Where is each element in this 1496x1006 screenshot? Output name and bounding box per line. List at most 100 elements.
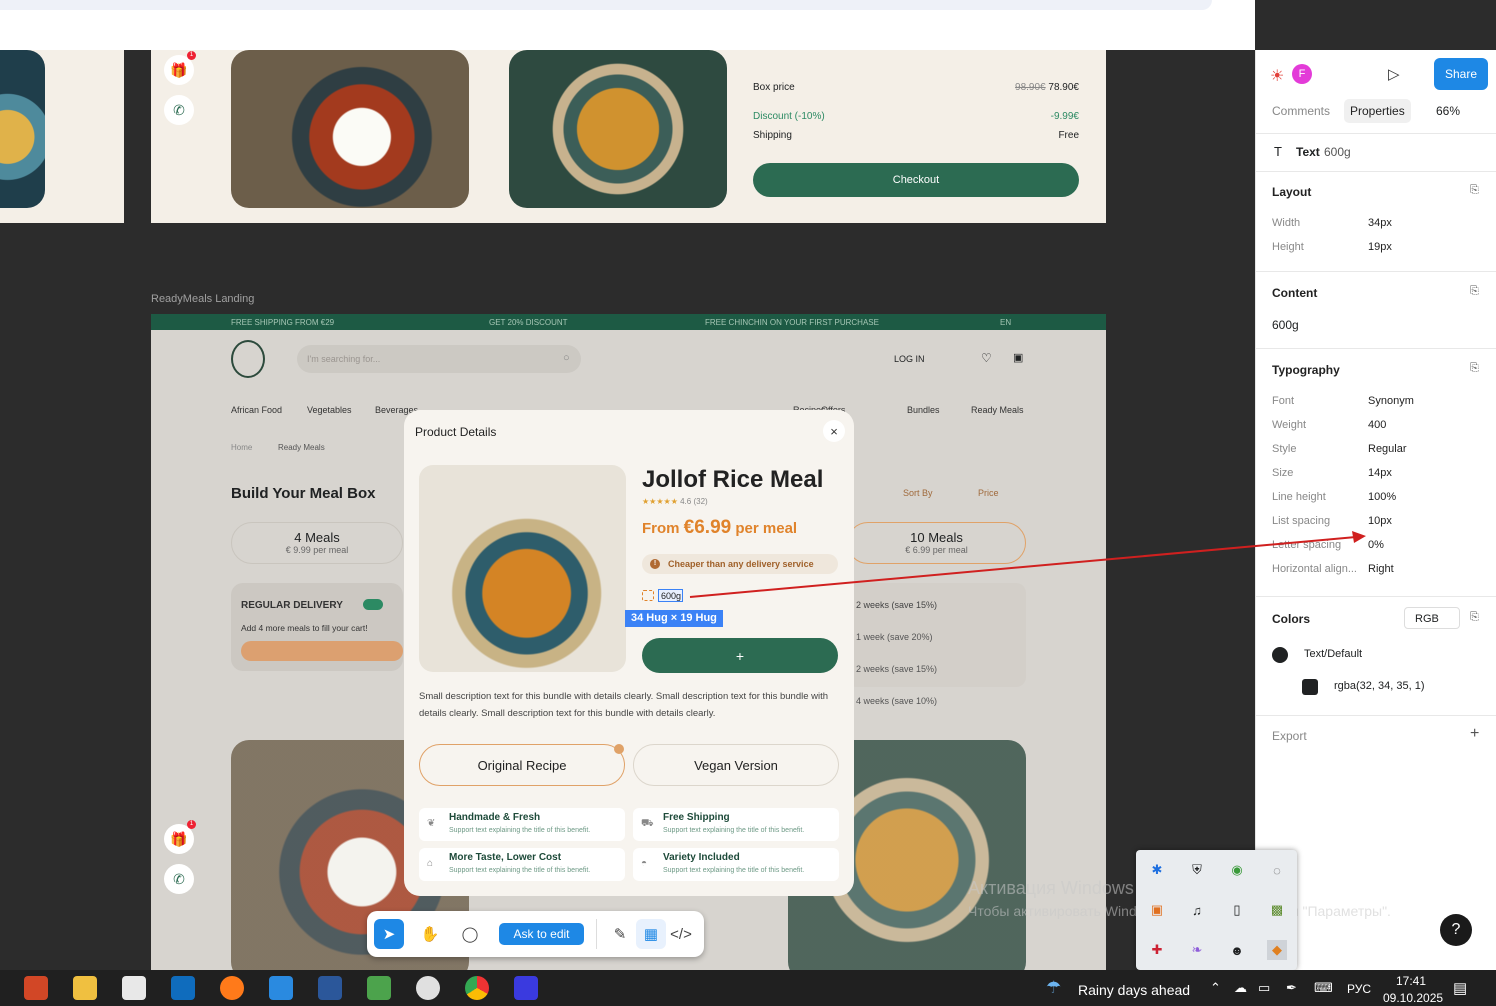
price-value: €6.99	[683, 517, 732, 538]
chrome-icon[interactable]	[465, 976, 489, 1000]
meal-option-4[interactable]: 4 Meals € 9.99 per meal	[231, 522, 403, 564]
delivery-toggle[interactable]	[363, 599, 383, 610]
close-icon[interactable]: ×	[823, 420, 845, 442]
nav-item[interactable]: Bundles	[907, 405, 940, 415]
firefox-icon[interactable]	[220, 976, 244, 1000]
address-bar[interactable]	[0, 0, 1212, 10]
tab-properties[interactable]: Properties	[1344, 99, 1411, 123]
prop-value: 400	[1368, 419, 1387, 431]
copy-icon[interactable]: ⎘	[1470, 285, 1479, 298]
move-tool-icon[interactable]: ➤	[374, 919, 404, 949]
sun-icon: ☀	[1270, 68, 1285, 85]
box-price-new: 78.90€	[1048, 82, 1079, 93]
whatsapp-icon[interactable]: ✆	[164, 864, 194, 894]
checkout-button[interactable]: Checkout	[753, 163, 1079, 197]
benefit-sub: Support text explaining the title of thi…	[663, 827, 805, 834]
file-explorer-icon[interactable]	[73, 976, 97, 1000]
frequency-option[interactable]: 1 week (save 20%)	[856, 632, 933, 642]
frequency-option[interactable]: 2 weeks (save 15%)	[856, 664, 937, 674]
cloud-icon[interactable]: ☁	[1234, 980, 1247, 996]
copy-icon[interactable]: ⎘	[1470, 362, 1479, 375]
discount-label: Discount (-10%)	[753, 111, 825, 122]
prop-value: Synonym	[1368, 395, 1414, 407]
divider	[1256, 171, 1496, 172]
promo-bar: FREE SHIPPING FROM €29 GET 20% DISCOUNT …	[151, 314, 1106, 330]
weather-text[interactable]: Rainy days ahead	[1078, 982, 1190, 998]
intellij-icon[interactable]	[514, 976, 538, 1000]
nav-item[interactable]: African Food	[231, 405, 282, 415]
divider	[1256, 348, 1496, 349]
breadcrumb-current: Ready Meals	[278, 443, 325, 452]
app-icon[interactable]: ▣	[1147, 900, 1167, 920]
chevron-up-icon[interactable]: ⌃	[1210, 980, 1221, 996]
utorrent-icon[interactable]	[367, 976, 391, 1000]
nvidia-icon[interactable]: ▩	[1267, 900, 1287, 920]
gift-icon[interactable]: 🎁 1	[164, 51, 196, 85]
feather-icon[interactable]: ❧	[1187, 940, 1207, 960]
clock-date[interactable]: 09.10.2025	[1383, 991, 1443, 1005]
app-icon-hovered[interactable]: ◆	[1267, 940, 1287, 960]
store-icon[interactable]	[122, 976, 146, 1000]
pen-icon[interactable]: ✒	[1286, 980, 1297, 996]
weather-icon[interactable]: ☂	[1046, 978, 1061, 998]
nav-item[interactable]: Vegetables	[307, 405, 352, 415]
help-button[interactable]: ?	[1440, 914, 1472, 946]
cart-icon[interactable]: ▣	[1013, 351, 1023, 364]
share-button[interactable]: Share	[1434, 58, 1488, 90]
slack-icon[interactable]	[416, 976, 440, 1000]
outlook-icon[interactable]	[171, 976, 195, 1000]
language-indicator[interactable]: РУС	[1347, 982, 1371, 996]
ask-to-edit-button[interactable]: Ask to edit	[499, 923, 584, 945]
login-link[interactable]: LOG IN	[894, 354, 925, 364]
page-title: Build Your Meal Box	[231, 485, 376, 502]
color-mode-select[interactable]: RGB	[1404, 607, 1460, 629]
zoom-level[interactable]: 66%	[1436, 104, 1460, 118]
keyboard-icon[interactable]: ⌨	[1314, 980, 1333, 996]
breadcrumb-home[interactable]: Home	[231, 443, 252, 452]
hand-tool-icon[interactable]: ✋	[415, 919, 445, 949]
benefit-card: ❦ Handmade & Fresh Support text explaining…	[419, 808, 625, 841]
heart-icon[interactable]: ♡	[981, 351, 992, 365]
frequency-option[interactable]: 4 weeks (save 10%)	[856, 696, 937, 706]
add-export-icon[interactable]: +	[1470, 725, 1479, 743]
tab-comments[interactable]: Comments	[1272, 104, 1330, 118]
whatsapp-icon[interactable]: ✆	[164, 95, 194, 125]
word-icon[interactable]	[318, 976, 342, 1000]
inspect-tool-icon[interactable]: ▦	[636, 919, 666, 949]
app-icon[interactable]	[269, 976, 293, 1000]
volume-icon[interactable]: ♫	[1187, 900, 1207, 920]
avatar[interactable]: F	[1292, 64, 1312, 84]
price-dropdown[interactable]: Price	[978, 488, 999, 498]
comment-tool-icon[interactable]: ◯	[455, 919, 485, 949]
language-selector[interactable]: EN	[1000, 318, 1011, 327]
bluetooth-icon[interactable]: ✱	[1147, 860, 1167, 880]
clock-time[interactable]: 17:41	[1396, 974, 1426, 988]
shield-icon[interactable]: ⛨	[1187, 860, 1207, 880]
draw-tool-icon[interactable]: ✎	[605, 919, 635, 949]
powerpoint-icon[interactable]	[24, 976, 48, 1000]
notifications-icon[interactable]: ▤	[1453, 979, 1467, 997]
gift-icon[interactable]: 🎁 1	[164, 820, 196, 854]
discord-icon[interactable]: ☻	[1227, 940, 1247, 960]
frame-label[interactable]: ReadyMeals Landing	[151, 293, 254, 305]
search-icon[interactable]: ○	[563, 352, 570, 364]
meal-option-10[interactable]: 10 Meals € 6.99 per meal	[847, 522, 1026, 564]
search-input[interactable]: I'm searching for...	[297, 345, 581, 373]
utorrent-icon[interactable]: ◉	[1227, 860, 1247, 880]
slack-icon[interactable]: ✚	[1147, 940, 1167, 960]
version-vegan[interactable]: Vegan Version	[633, 744, 839, 786]
copy-icon[interactable]: ⎘	[1470, 184, 1479, 197]
weight-label-selected[interactable]: 600g	[658, 589, 683, 602]
version-original-recipe[interactable]: Original Recipe	[419, 744, 625, 786]
copy-icon[interactable]: ⎘	[1470, 611, 1479, 624]
network-icon[interactable]: ◌	[1267, 860, 1287, 880]
device-icon[interactable]: ▯	[1227, 900, 1247, 920]
logo[interactable]	[231, 340, 265, 378]
nav-item[interactable]: Ready Meals	[971, 405, 1024, 415]
code-tool-icon[interactable]: </>	[666, 919, 696, 949]
battery-icon[interactable]: ▭	[1258, 980, 1270, 996]
sort-dropdown[interactable]: Sort By	[903, 488, 933, 498]
add-to-box-button[interactable]: +	[642, 638, 838, 673]
frequency-dropdown[interactable]: 2 weeks (save 15%) 1 week (save 20%) 2 w…	[847, 583, 1026, 706]
play-icon[interactable]: ▷	[1388, 65, 1400, 83]
